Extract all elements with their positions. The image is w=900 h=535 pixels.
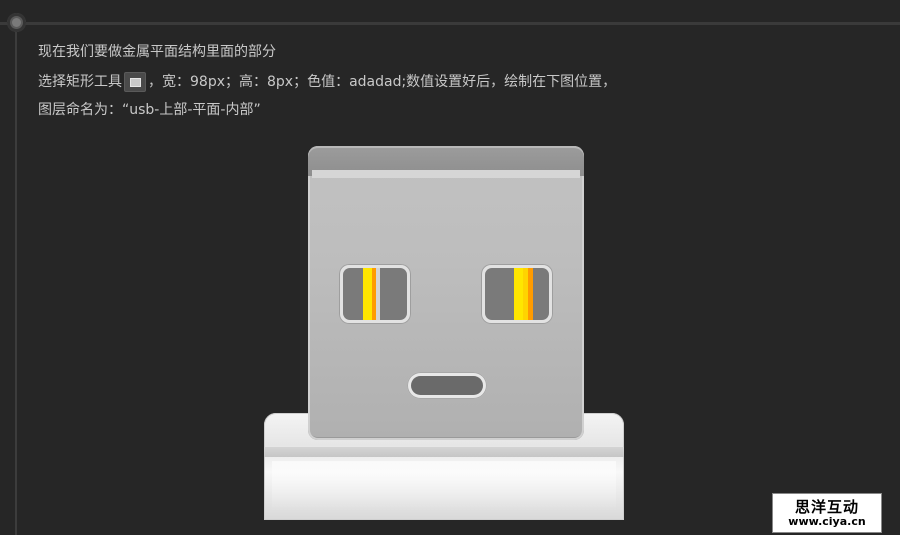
instruction-line-3: 图层命名为：“usb-上部-平面-内部” — [38, 102, 261, 118]
yellow-stripe — [363, 268, 372, 320]
watermark-url: www.ciya.cn — [788, 515, 866, 528]
instruction-line-1: 现在我们要做金属平面结构里面的部分 — [38, 44, 276, 60]
yellow-stripe — [523, 268, 528, 320]
usb-collar-highlight — [272, 461, 616, 511]
usb-collar-band — [264, 447, 624, 457]
usb-center-slot-inner — [411, 376, 483, 395]
usb-left-slot-inner — [343, 268, 407, 320]
watermark-logo: 思洋互动 www.ciya.cn — [772, 493, 882, 533]
usb-left-slot — [339, 264, 411, 324]
rectangle-tool-icon — [124, 72, 146, 92]
grey-stripe — [376, 268, 380, 320]
usb-right-slot — [481, 264, 553, 324]
usb-collar — [264, 413, 624, 520]
usb-metal-plug — [308, 146, 584, 440]
timeline-line — [15, 22, 17, 535]
watermark-name: 思洋互动 — [794, 498, 859, 516]
orange-stripe — [372, 268, 376, 320]
usb-right-slot-inner — [485, 268, 549, 320]
instruction-line-2: 选择矩形工具 ，宽：98px；高：8px；色值：adadad;数值设置好后，绘制在… — [38, 72, 616, 92]
orange-stripe — [528, 268, 533, 320]
yellow-stripe — [514, 268, 523, 320]
usb-plug-lip — [312, 170, 580, 178]
instruction-params-text: ，宽：98px；高：8px；色值：adadad;数值设置好后，绘制在下图位置， — [148, 74, 617, 90]
timeline-node — [7, 13, 26, 32]
top-divider — [0, 22, 900, 25]
usb-plug-top-inner — [308, 146, 584, 176]
instruction-tool-text: 选择矩形工具 — [38, 74, 122, 90]
usb-center-slot — [407, 372, 487, 399]
